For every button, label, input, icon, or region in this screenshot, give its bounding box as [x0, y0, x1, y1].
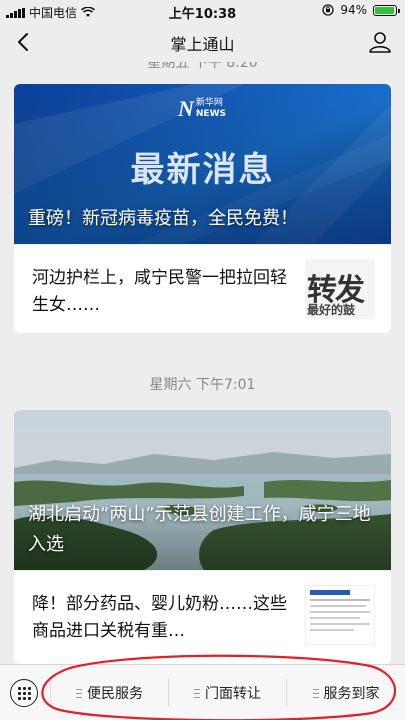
article-card: 湖北启动“两山”示范县创建工作，咸宁三地入选 降！部分药品、婴儿奶粉……这些商品… [14, 410, 391, 664]
submenu-icon [194, 688, 200, 698]
nav-bar: 掌上通山 [0, 22, 405, 62]
status-bar: 中国电信 上午10:38 94% [0, 0, 405, 22]
menu-button-shop-transfer[interactable]: 门面转让 [169, 679, 286, 707]
orientation-lock-icon [322, 4, 334, 16]
sub-article[interactable]: 降！部分药品、婴儿奶粉……这些商品进口关税有重… [14, 570, 391, 658]
feed-timestamp: 星期五 下午 8:20 [147, 62, 258, 71]
submenu-icon [76, 688, 82, 698]
bottom-menu-bar: 便民服务 门面转让 服务到家 [0, 664, 405, 720]
news-logo-text: 新华网 [195, 98, 223, 108]
main-article-title: 湖北启动“两山”示范县创建工作，咸宁三地入选 [28, 504, 371, 555]
sub-article-title: 降！部分药品、婴儿奶粉……这些商品进口关税有重… [32, 594, 287, 641]
main-article[interactable]: N 新华网 NEWS 最新消息 重磅！新冠病毒疫苗，全民免费！ [14, 84, 391, 244]
article-card: N 新华网 NEWS 最新消息 重磅！新冠病毒疫苗，全民免费！ 河边护栏上，咸宁… [14, 84, 391, 333]
hero-banner-text: 最新消息 [130, 150, 275, 190]
menu-button-label: 便民服务 [87, 686, 143, 702]
main-article-title: 重磅！新冠病毒疫苗，全民免费！ [28, 208, 298, 229]
page-title: 掌上通山 [170, 35, 235, 54]
battery-icon [373, 4, 400, 16]
article-feed: 星期五 下午 8:20 N 新华网 NEWS 最新消息 重磅！新冠病毒疫苗，全民… [0, 62, 405, 664]
status-right: 94% [322, 3, 400, 17]
sub-article-title: 河边护栏上，咸宁民警一把拉回轻生女…… [32, 268, 287, 315]
sub-article-thumbnail: 转发 最好的鼓 [305, 259, 375, 319]
news-logo-sub: NEWS [195, 109, 226, 119]
menu-button-home-services[interactable]: 服务到家 [287, 679, 405, 707]
profile-icon[interactable] [367, 29, 393, 55]
document-thumbnail [305, 585, 375, 645]
feed-timestamp: 星期六 下午7:01 [149, 377, 256, 393]
battery-percent: 94% [340, 3, 367, 17]
sub-article[interactable]: 河边护栏上，咸宁民警一把拉回轻生女…… 转发 最好的鼓 [14, 244, 391, 332]
news-logo: N 新华网 NEWS [178, 96, 226, 121]
menu-button-label: 服务到家 [323, 686, 380, 702]
submenu-icon [312, 688, 319, 698]
main-article[interactable]: 湖北启动“两山”示范县创建工作，咸宁三地入选 [14, 410, 391, 570]
thumb-subtext: 最好的鼓 [307, 303, 356, 317]
menu-button-label: 门面转让 [205, 686, 261, 702]
keyboard-toggle-icon[interactable] [10, 679, 38, 707]
menu-button-convenience-services[interactable]: 便民服务 [51, 679, 168, 707]
